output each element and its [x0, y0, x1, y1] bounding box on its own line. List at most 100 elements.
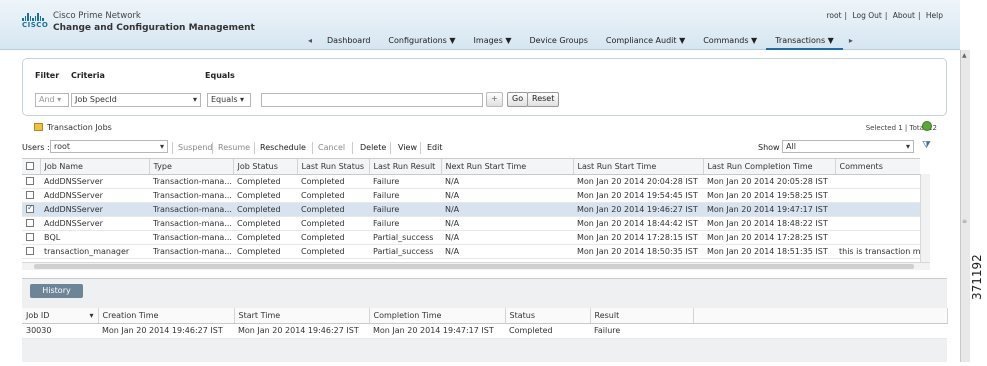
sort-desc-icon[interactable]: ▾ [89, 311, 93, 320]
history-tab[interactable]: History [30, 284, 83, 298]
row-select-cell[interactable] [22, 174, 40, 189]
add-criteria-button[interactable]: + [486, 92, 503, 107]
nav-transactions[interactable]: Transactions ▼ [766, 32, 843, 50]
column-header[interactable]: Job Name [40, 159, 150, 175]
select-all-checkbox[interactable] [26, 161, 34, 170]
column-header[interactable]: Completion Time [369, 308, 506, 324]
help-link[interactable]: Help [926, 11, 943, 20]
and-select-value: And [39, 95, 55, 104]
criteria-label: Criteria [71, 71, 105, 80]
jobs-body: AddDNSServer Transaction-mana... Completed… [22, 174, 920, 259]
column-header[interactable]: Type [149, 159, 234, 175]
column-header[interactable]: Comments [835, 159, 920, 175]
column-header[interactable]: Last Run Status [297, 159, 370, 175]
table-cell[interactable]: Failure [369, 202, 441, 217]
scroll-grip-icon[interactable]: ≡ [962, 218, 967, 225]
column-header[interactable]: Start Time [234, 308, 370, 324]
reset-button[interactable]: Reset [527, 92, 560, 107]
nav-left-arrow-icon[interactable]: ◂ [302, 32, 318, 50]
table-cell: Completed [233, 188, 297, 203]
top-links: root | Log Out | About | Help [826, 11, 944, 20]
history-table: Job ID ▾ Creation Time Start Time Comple… [22, 308, 948, 339]
table-row[interactable]: AddDNSServerTransaction-mana...Completed… [22, 188, 920, 203]
table-row[interactable]: 30030 Mon Jan 20 2014 19:46:27 IST Mon Jan… [22, 323, 947, 339]
table-cell [835, 216, 920, 231]
row-checkbox[interactable] [26, 190, 34, 199]
logout-link[interactable]: Log Out [852, 11, 881, 20]
logo-text: CISCO [22, 21, 49, 29]
filter-value-input[interactable] [261, 93, 483, 107]
nav-images[interactable]: Images ▼ [465, 32, 521, 50]
reschedule-button[interactable]: Reschedule [260, 143, 306, 152]
table-cell[interactable]: Failure [369, 216, 441, 231]
nav-right-arrow-icon[interactable]: ▸ [843, 32, 859, 50]
row-checkbox[interactable] [26, 176, 34, 185]
jobs-title-text: Transaction Jobs [47, 123, 112, 132]
row-checkbox[interactable] [26, 246, 34, 255]
edit-button[interactable]: Edit [427, 143, 443, 152]
table-row[interactable]: transaction_manager Transaction-mana... Co… [22, 244, 920, 259]
row-select-cell[interactable] [22, 244, 40, 259]
filter-funnel-icon[interactable]: ⧩ [922, 140, 931, 151]
table-cell: Transaction-mana... [149, 230, 233, 245]
table-cell[interactable]: Failure [369, 188, 441, 203]
select-all-cell[interactable] [22, 159, 41, 175]
column-header[interactable]: Creation Time [98, 308, 235, 324]
nav-configurations[interactable]: Configurations ▼ [379, 32, 464, 50]
scroll-up-icon[interactable]: ▲ [962, 52, 967, 59]
equals-select[interactable]: Equals ▾ [207, 93, 251, 107]
resume-button[interactable]: Resume [218, 143, 250, 152]
refresh-icon[interactable] [922, 121, 932, 131]
product-name: Cisco Prime Network [53, 11, 141, 21]
scroll-thumb[interactable] [34, 264, 914, 269]
cancel-button[interactable]: Cancel [318, 143, 345, 152]
column-header[interactable]: Last Run Result [369, 159, 442, 175]
column-header[interactable]: Job ID ▾ [22, 308, 99, 324]
column-header[interactable]: Result [590, 308, 694, 324]
row-select-cell[interactable] [22, 202, 40, 217]
row-select-cell[interactable] [22, 188, 40, 203]
nav-device-groups[interactable]: Device Groups [520, 32, 596, 50]
table-row[interactable]: AddDNSServerTransaction-mana...Completed… [22, 216, 920, 231]
suspend-button[interactable]: Suspend [178, 143, 212, 152]
nav-compliance-audit[interactable]: Compliance Audit ▼ [597, 32, 694, 50]
row-select-cell[interactable] [22, 230, 40, 245]
row-checkbox[interactable] [26, 232, 34, 241]
column-header[interactable]: Last Run Start Time [573, 159, 704, 175]
toolbar-divider [420, 142, 421, 154]
criteria-select[interactable]: Job SpecId ▾ [71, 93, 201, 107]
table-cell[interactable]: Partial_success [369, 244, 441, 259]
table-row[interactable]: AddDNSServerTransaction-mana...Completed… [22, 174, 920, 189]
equals-select-value: Equals [211, 95, 238, 104]
toolbar-divider [312, 142, 313, 154]
column-header[interactable]: Last Run Completion Time [703, 159, 836, 175]
page-scrollbar[interactable]: ▲ ≡ [960, 50, 970, 362]
go-button[interactable]: Go [507, 92, 529, 107]
table-row[interactable]: BQL Transaction-mana... Completed Completed… [22, 230, 920, 245]
table-cell: Completed [233, 244, 297, 259]
table-cell[interactable]: Failure [369, 174, 441, 189]
table-cell: 30030 [22, 323, 98, 339]
column-header[interactable]: Status [505, 308, 591, 324]
show-select[interactable]: All ▾ [782, 140, 914, 153]
table-cell[interactable]: Failure [590, 323, 693, 339]
table-cell: Completed [233, 216, 297, 231]
column-header[interactable]: Next Run Start Time [441, 159, 574, 175]
jobs-horizontal-scrollbar[interactable] [22, 262, 930, 270]
table-cell[interactable]: Partial_success [369, 230, 441, 245]
and-select[interactable]: And ▾ [35, 93, 69, 107]
row-select-cell[interactable] [22, 216, 40, 231]
users-select[interactable]: root ▾ [50, 140, 168, 153]
table-row[interactable]: AddDNSServerTransaction-mana...Completed… [22, 202, 920, 217]
nav-commands[interactable]: Commands ▼ [694, 32, 766, 50]
view-button[interactable]: View [398, 143, 417, 152]
chevron-down-icon: ▾ [905, 142, 910, 151]
table-cell: Mon Jan 20 2014 19:46:27 IST [573, 202, 703, 217]
jobs-vertical-scrollbar[interactable] [920, 174, 930, 262]
about-link[interactable]: About [893, 11, 915, 20]
delete-button[interactable]: Delete [360, 143, 386, 152]
column-header[interactable]: Job Status [233, 159, 298, 175]
row-checkbox[interactable] [26, 203, 34, 213]
row-checkbox[interactable] [26, 218, 34, 227]
nav-dashboard[interactable]: Dashboard [318, 32, 379, 50]
